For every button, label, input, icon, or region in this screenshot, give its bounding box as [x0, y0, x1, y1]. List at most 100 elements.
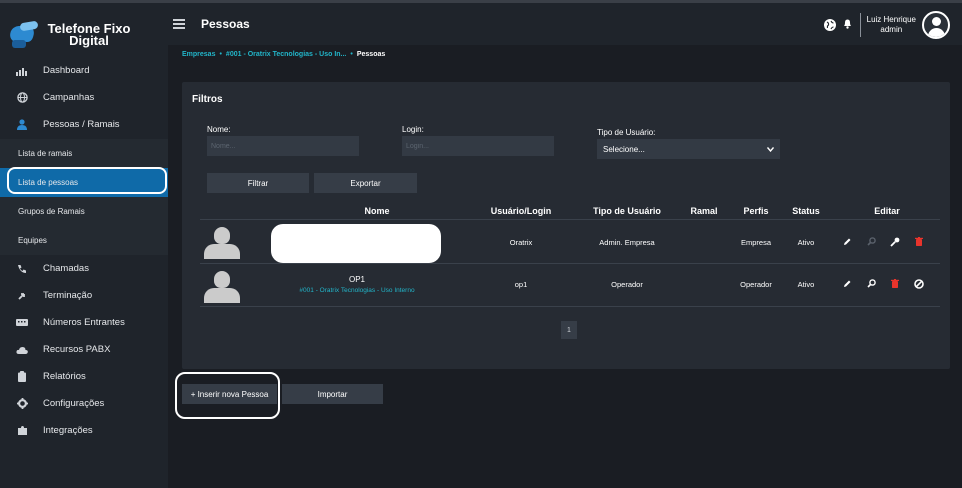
- avatar[interactable]: [922, 11, 950, 39]
- person-icon: [15, 119, 29, 131]
- arrow-icon: [15, 290, 29, 302]
- sidebar-item-campanhas[interactable]: Campanhas: [0, 84, 168, 111]
- row1-status: Ativo: [797, 238, 815, 247]
- sidebar-item-numeros-entrantes[interactable]: Números Entrantes: [0, 309, 168, 336]
- user-type-label: Tipo de Usuário:: [597, 128, 656, 137]
- col-header-usuario-login[interactable]: Usuário/Login: [476, 206, 566, 216]
- sidebar-item-label: Chamadas: [43, 263, 89, 274]
- sidebar-item-terminacao[interactable]: Terminação: [0, 282, 168, 309]
- app-logo[interactable]: Telefone Fixo Digital: [7, 17, 158, 53]
- language-globe-icon[interactable]: [823, 19, 836, 31]
- breadcrumb-current: Pessoas: [356, 51, 386, 58]
- col-header-ramal[interactable]: Ramal: [684, 206, 724, 216]
- import-button[interactable]: Importar: [282, 384, 383, 404]
- sidebar-item-label: Dashboard: [43, 65, 90, 76]
- edit-pencil-icon[interactable]: [841, 279, 853, 290]
- sidebar-item-label: Pessoas / Ramais: [43, 119, 120, 130]
- pagination-page[interactable]: 1: [561, 321, 577, 339]
- breadcrumb-company[interactable]: #001 - Oratrix Tecnologias - Uso In...: [226, 51, 346, 58]
- sidebar-item-label: Integrações: [43, 425, 93, 436]
- row1-type: Admin. Empresa: [599, 238, 655, 247]
- table-header-divider: [200, 219, 940, 220]
- sidebar-item-label: Números Entrantes: [43, 317, 125, 328]
- user-info[interactable]: Luiz Henrique admin: [867, 15, 916, 35]
- row1-profile: Empresa: [740, 238, 771, 247]
- sidebar-subitem-label: Grupos de Ramais: [18, 207, 85, 216]
- sidebar-item-pessoas-ramais[interactable]: Pessoas / Ramais: [0, 111, 168, 138]
- row2-type: Operador: [611, 280, 643, 289]
- col-header-status[interactable]: Status: [786, 206, 826, 216]
- col-header-editar: Editar: [874, 206, 900, 216]
- col-header-nome[interactable]: Nome: [342, 206, 412, 216]
- user-type-selected: Selecione...: [603, 144, 645, 154]
- key-icon[interactable]: [889, 237, 901, 249]
- sidebar-item-integracoes[interactable]: Integrações: [0, 417, 168, 444]
- row2-name: OP1: [348, 275, 365, 284]
- breadcrumb: Empresas • #001 - Oratrix Tecnologias - …: [182, 51, 385, 58]
- row2-status: Ativo: [797, 280, 815, 289]
- col-header-perfis[interactable]: Perfis: [737, 206, 775, 216]
- name-input[interactable]: [207, 136, 359, 156]
- row-divider: [200, 306, 940, 307]
- login-label: Login:: [402, 125, 424, 134]
- trash-icon[interactable]: [913, 237, 925, 248]
- highlight-ring: [7, 167, 167, 194]
- login-input[interactable]: [402, 136, 554, 156]
- name-label: Nome:: [207, 125, 231, 134]
- chart-icon: [15, 65, 29, 77]
- sidebar-item-relatorios[interactable]: Relatórios: [0, 363, 168, 390]
- edit-pencil-icon[interactable]: [841, 237, 853, 248]
- logo-text: Telefone Fixo Digital: [47, 21, 131, 48]
- magnify-key-icon[interactable]: [865, 279, 877, 290]
- row1-login: Oratrix: [509, 238, 533, 247]
- highlight-ring: [175, 372, 280, 419]
- clipboard-icon: [15, 371, 29, 383]
- page-title: Pessoas: [201, 17, 250, 31]
- filters-title: Filtros: [192, 94, 223, 105]
- redacted-name: [271, 224, 441, 263]
- sidebar-item-label: Recursos PABX: [43, 344, 111, 355]
- sidebar-subitem-equipes[interactable]: Equipes: [0, 226, 168, 255]
- logo-icon: [7, 20, 40, 50]
- topbar: Pessoas Luiz Henrique admin: [168, 3, 962, 45]
- sidebar-subitem-lista-ramais[interactable]: Lista de ramais: [0, 139, 168, 168]
- chevron-down-icon: [766, 145, 775, 154]
- gear-icon: [15, 398, 29, 410]
- sidebar-item-label: Configurações: [43, 398, 105, 409]
- globe-icon: [15, 92, 29, 104]
- sidebar-item-label: Relatórios: [43, 371, 86, 382]
- bell-icon[interactable]: [843, 18, 852, 32]
- cloud-icon: [15, 344, 29, 356]
- user-type-select[interactable]: Selecione...: [597, 139, 780, 159]
- keypad-icon: [15, 317, 29, 329]
- sidebar-subitem-label: Equipes: [18, 236, 47, 245]
- filter-button[interactable]: Filtrar: [207, 173, 309, 193]
- divider: [859, 13, 861, 37]
- sidebar-item-recursos-pabx[interactable]: Recursos PABX: [0, 336, 168, 363]
- sidebar-item-label: Terminação: [43, 290, 93, 301]
- phone-icon: [15, 263, 29, 275]
- col-header-tipo-usuario[interactable]: Tipo de Usuário: [582, 206, 672, 216]
- block-icon[interactable]: [913, 279, 925, 291]
- puzzle-icon: [15, 425, 29, 437]
- sidebar-item-dashboard[interactable]: Dashboard: [0, 57, 168, 84]
- breadcrumb-separator: •: [350, 51, 353, 58]
- row2-profile: Operador: [740, 280, 772, 289]
- sidebar-subitem-label: Lista de ramais: [18, 149, 73, 158]
- export-button[interactable]: Exportar: [314, 173, 417, 193]
- user-avatar-icon: [204, 227, 240, 259]
- sidebar-item-chamadas[interactable]: Chamadas: [0, 255, 168, 282]
- user-role: admin: [880, 25, 903, 34]
- sidebar: Telefone Fixo Digital Dashboard Campanhas…: [0, 3, 168, 488]
- row-divider: [200, 263, 940, 264]
- sidebar-subitem-grupos-ramais[interactable]: Grupos de Ramais: [0, 197, 168, 226]
- breadcrumb-empresas[interactable]: Empresas: [182, 51, 215, 58]
- sidebar-item-configuracoes[interactable]: Configurações: [0, 390, 168, 417]
- user-name: Luiz Henrique: [866, 15, 916, 24]
- trash-icon[interactable]: [889, 279, 901, 290]
- row2-login: op1: [514, 280, 528, 289]
- magnify-key-icon: [865, 237, 877, 248]
- row2-company-link[interactable]: #001 - Oratrix Tecnologias - Uso Interno: [272, 287, 442, 294]
- menu-icon[interactable]: [173, 19, 185, 29]
- sidebar-item-label: Campanhas: [43, 92, 95, 103]
